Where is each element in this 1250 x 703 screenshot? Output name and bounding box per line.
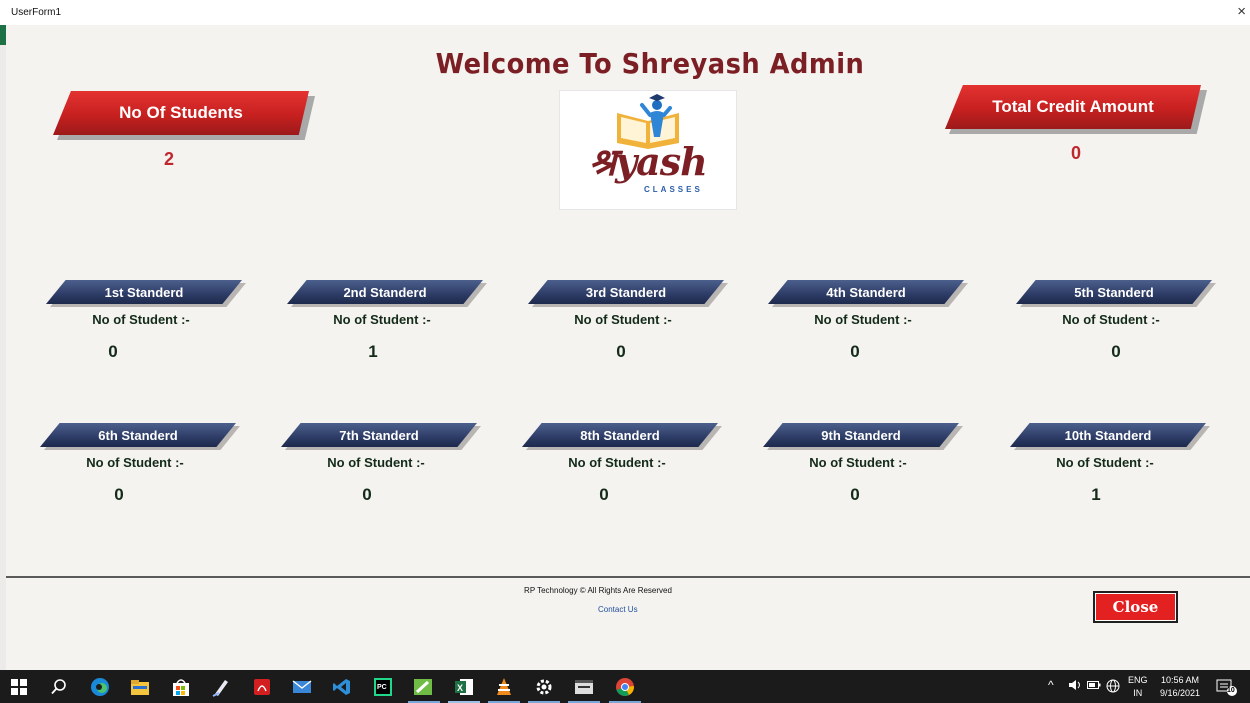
window-app-icon[interactable] [574, 677, 594, 697]
standard-5-count: 0 [1111, 342, 1121, 361]
standard-4-count: 0 [850, 342, 860, 361]
logo-sub-text: CLASSES [644, 185, 703, 194]
students-card: No Of Students [53, 91, 315, 141]
standard-9-count: 0 [850, 485, 860, 504]
chevron-up-icon[interactable]: ^ [1048, 678, 1054, 692]
standard-1-caption: No of Student :- [92, 312, 190, 327]
copyright-text: RP Technology © All Rights Are Reserved [524, 586, 672, 595]
standard-2-caption: No of Student :- [333, 312, 431, 327]
pdf-reader-icon[interactable] [252, 677, 272, 697]
excel-icon[interactable]: X [454, 677, 474, 697]
standard-9-label: 9th Standerd [763, 423, 959, 447]
standard-6-card: 6th Standerd No of Student :- 0 [40, 423, 240, 505]
search-icon[interactable] [49, 677, 69, 697]
notification-center-icon[interactable]: 10 [1216, 678, 1238, 698]
standard-8-card: 8th Standerd No of Student :- 0 [522, 423, 722, 505]
standard-4-label: 4th Standerd [768, 280, 964, 304]
standard-3-caption: No of Student :- [574, 312, 672, 327]
pycharm-icon[interactable]: PC [373, 677, 393, 697]
standard-4-caption: No of Student :- [814, 312, 912, 327]
windows-taskbar: PC X ^ ENG IN 10:56 AM 9/16/2021 10 [0, 670, 1250, 703]
welcome-heading: Welcome To Shreyash Admin [435, 47, 865, 80]
standard-4-card: 4th Standerd No of Student :- 0 [768, 280, 968, 362]
standard-3-count: 0 [616, 342, 626, 361]
windows-start-icon[interactable] [9, 677, 29, 697]
network-globe-icon[interactable] [1106, 679, 1120, 695]
standard-9-caption: No of Student :- [809, 455, 907, 470]
students-count: 2 [163, 149, 174, 169]
clock[interactable]: 10:56 AM 9/16/2021 [1155, 675, 1205, 698]
standard-10-label: 10th Standerd [1010, 423, 1206, 447]
close-button[interactable]: Close [1093, 591, 1178, 623]
settings-icon[interactable] [534, 677, 554, 697]
standard-3-label: 3rd Standerd [528, 280, 724, 304]
standard-6-caption: No of Student :- [86, 455, 184, 470]
standard-7-count: 0 [362, 485, 372, 504]
language-indicator[interactable]: ENG IN [1128, 675, 1148, 698]
standard-10-count: 1 [1091, 485, 1101, 504]
standard-8-count: 0 [599, 485, 609, 504]
standard-2-label: 2nd Standerd [287, 280, 483, 304]
standard-7-label: 7th Standerd [281, 423, 477, 447]
credit-card-label: Total Credit Amount [945, 85, 1201, 129]
mail-icon[interactable] [292, 677, 312, 697]
volume-icon[interactable] [1068, 679, 1082, 693]
edge-browser-icon[interactable] [90, 677, 110, 697]
standard-6-count: 0 [114, 485, 124, 504]
close-button-label: Close [1095, 593, 1176, 621]
clock-date: 9/16/2021 [1159, 688, 1201, 698]
battery-icon[interactable] [1087, 680, 1101, 692]
standard-5-label: 5th Standerd [1016, 280, 1212, 304]
footer-divider [6, 576, 1250, 578]
language-code: ENG [1128, 675, 1148, 685]
window-close-icon[interactable]: × [1237, 3, 1246, 20]
pen-app-icon[interactable] [211, 677, 231, 697]
standard-8-caption: No of Student :- [568, 455, 666, 470]
standard-10-card: 10th Standerd No of Student :- 1 [1010, 423, 1210, 505]
chrome-icon[interactable] [615, 677, 635, 697]
standard-1-count: 0 [108, 342, 118, 361]
svg-text:X: X [457, 683, 463, 693]
standard-10-caption: No of Student :- [1056, 455, 1154, 470]
logo-script-text: श्रyash [589, 139, 708, 184]
standard-3-card: 3rd Standerd No of Student :- 0 [528, 280, 728, 362]
standard-5-card: 5th Standerd No of Student :- 0 [1016, 280, 1216, 362]
standard-1-card: 1st Standerd No of Student :- 0 [46, 280, 246, 362]
standard-9-card: 9th Standerd No of Student :- 0 [763, 423, 963, 505]
shreyash-logo: श्रyash CLASSES [559, 90, 737, 210]
window-title: UserForm1 [11, 7, 62, 18]
notepad-plus-icon[interactable] [413, 677, 433, 697]
standard-1-label: 1st Standerd [46, 280, 242, 304]
notification-count: 10 [1227, 687, 1235, 694]
standard-7-card: 7th Standerd No of Student :- 0 [281, 423, 481, 505]
standard-6-label: 6th Standerd [40, 423, 236, 447]
file-explorer-icon[interactable] [130, 677, 150, 697]
standard-2-count: 1 [368, 342, 378, 361]
standard-5-caption: No of Student :- [1062, 312, 1160, 327]
window-titlebar: UserForm1 × [0, 0, 1250, 26]
standard-7-caption: No of Student :- [327, 455, 425, 470]
store-icon[interactable] [171, 677, 191, 697]
students-card-label: No Of Students [53, 91, 309, 135]
standard-2-card: 2nd Standerd No of Student :- 1 [287, 280, 487, 362]
clock-time: 10:56 AM [1160, 675, 1200, 685]
svg-text:PC: PC [377, 684, 387, 691]
region-code: IN [1133, 688, 1143, 698]
vscode-icon[interactable] [332, 677, 352, 697]
standard-8-label: 8th Standerd [522, 423, 718, 447]
credit-amount: 0 [1070, 143, 1081, 163]
credit-card: Total Credit Amount [945, 85, 1207, 135]
contact-us-link[interactable]: Contact Us [598, 605, 638, 614]
footer-copyright: RP Technology © All Rights Are Reserved [0, 586, 1250, 595]
vlc-icon[interactable] [494, 677, 514, 697]
